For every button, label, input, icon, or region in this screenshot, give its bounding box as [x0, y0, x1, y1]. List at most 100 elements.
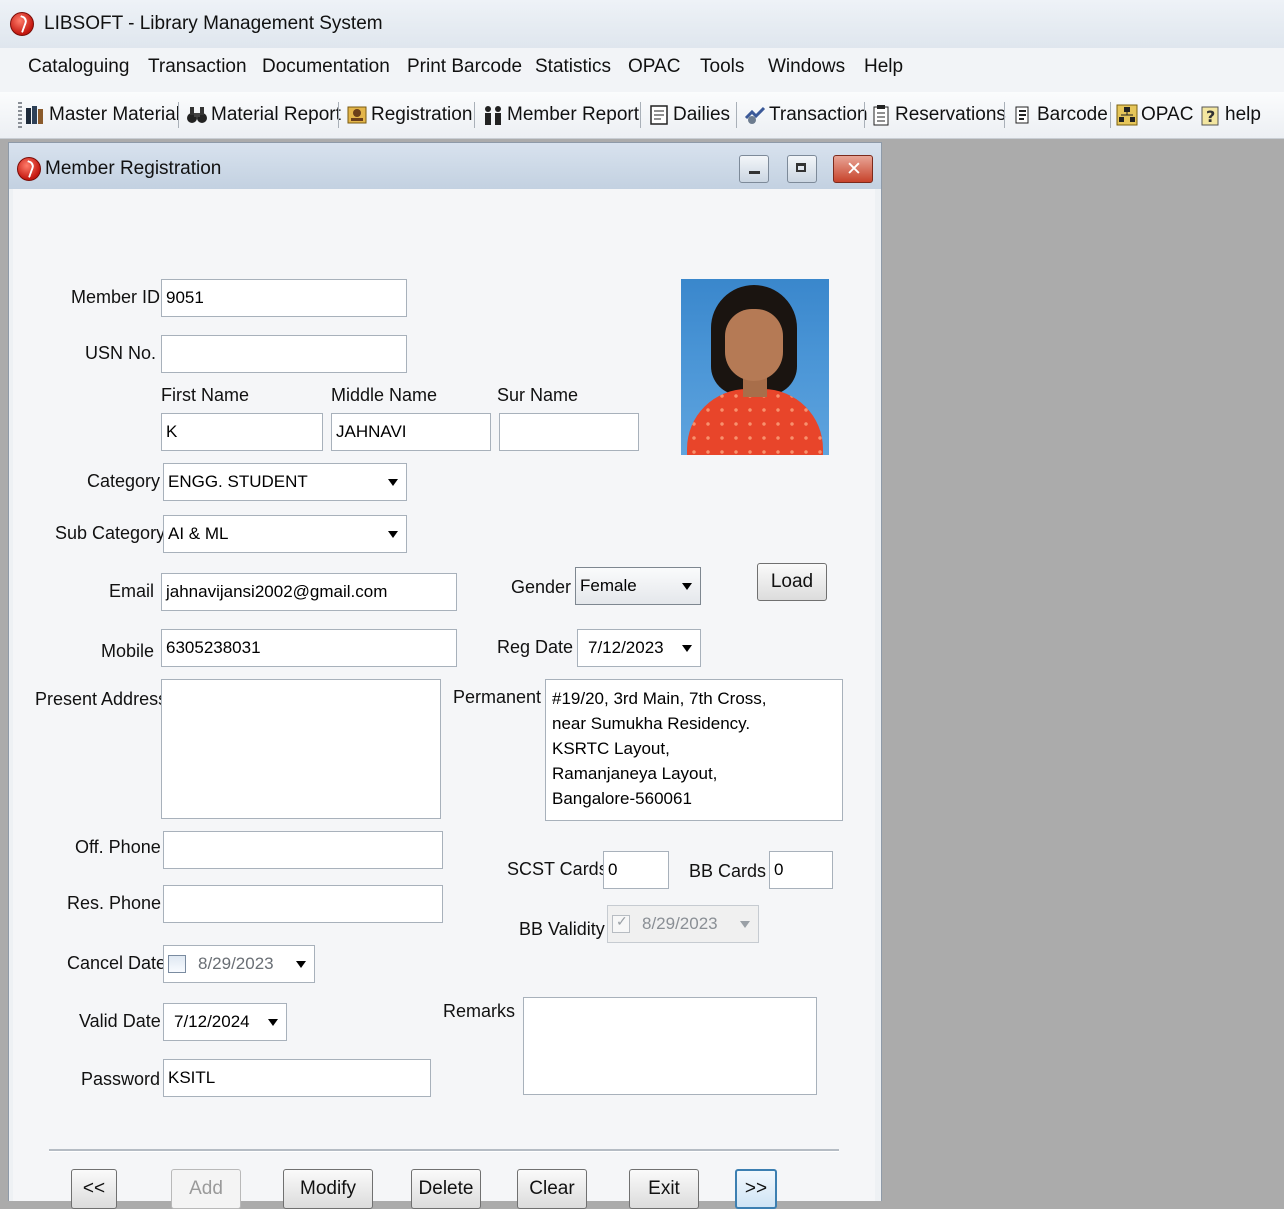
clear-button[interactable]: Clear	[517, 1169, 587, 1209]
chevron-down-icon	[682, 583, 692, 590]
transaction-icon	[744, 104, 766, 126]
menu-bar: Cataloguing Transaction Documentation Pr…	[0, 48, 1284, 92]
close-icon: ✕	[846, 158, 862, 180]
chevron-down-icon	[740, 921, 750, 928]
permanent-address-input[interactable]: #19/20, 3rd Main, 7th Cross, near Sumukh…	[545, 679, 843, 821]
menu-cataloguing[interactable]: Cataloguing	[26, 56, 131, 78]
member-id-input[interactable]: 9051	[161, 279, 407, 317]
category-select[interactable]: ENGG. STUDENT	[163, 463, 407, 501]
reservations-icon	[870, 104, 892, 126]
exit-button[interactable]: Exit	[629, 1169, 699, 1209]
menu-tools[interactable]: Tools	[698, 56, 746, 78]
reg-date-label: Reg Date	[497, 637, 574, 657]
restore-button[interactable]	[787, 155, 817, 183]
valid-date-value: 7/12/2024	[174, 1012, 250, 1031]
mobile-input[interactable]: 6305238031	[161, 629, 457, 667]
menu-windows[interactable]: Windows	[766, 56, 847, 78]
cancel-date-checkbox[interactable]	[168, 955, 186, 973]
minimize-icon	[749, 171, 760, 174]
toolbar-label: Registration	[371, 104, 473, 125]
menu-print-barcode[interactable]: Print Barcode	[405, 56, 524, 78]
toolbar-label: Reservations	[895, 104, 1006, 125]
chevron-down-icon	[682, 645, 692, 652]
member-registration-window: Member Registration ✕ Member ID 9051 USN…	[8, 142, 882, 1209]
bb-validity-checkbox[interactable]: ✓	[612, 913, 630, 933]
present-address-input[interactable]	[161, 679, 441, 819]
off-phone-input[interactable]	[163, 831, 443, 869]
toolbar-transaction[interactable]: Transaction	[744, 100, 868, 130]
scst-cards-input[interactable]: 0	[603, 851, 669, 889]
previous-record-button[interactable]: <<	[71, 1169, 117, 1209]
toolbar-grip[interactable]	[18, 102, 22, 128]
gender-select[interactable]: Female	[575, 567, 701, 605]
minimize-button[interactable]	[739, 155, 769, 183]
present-address-label: Present Address	[35, 689, 168, 709]
window-logo-icon	[17, 157, 41, 181]
toolbar-help[interactable]: ? help	[1200, 100, 1261, 130]
sub-category-select[interactable]: AI & ML	[163, 515, 407, 553]
window-titlebar[interactable]: Member Registration ✕	[9, 143, 881, 189]
bb-validity-label: BB Validity	[519, 919, 605, 939]
toolbar-label: help	[1225, 104, 1261, 125]
off-phone-label: Off. Phone	[75, 837, 161, 857]
member-photo	[681, 279, 829, 455]
toolbar-separator	[736, 102, 737, 128]
valid-date-label: Valid Date	[79, 1011, 161, 1031]
menu-transaction[interactable]: Transaction	[146, 56, 249, 78]
load-button[interactable]: Load	[757, 563, 827, 601]
cancel-date-picker[interactable]: 8/29/2023	[163, 945, 315, 983]
modify-button[interactable]: Modify	[283, 1169, 373, 1209]
svg-text:?: ?	[1206, 107, 1215, 126]
registration-icon	[346, 104, 368, 126]
toolbar-opac[interactable]: OPAC	[1116, 100, 1193, 130]
app-title: LIBSOFT - Library Management System	[44, 13, 383, 34]
valid-date-picker[interactable]: 7/12/2024	[163, 1003, 287, 1041]
menu-opac[interactable]: OPAC	[626, 56, 682, 78]
toolbar-label: Transaction	[769, 104, 868, 125]
window-title: Member Registration	[45, 158, 222, 179]
menu-help[interactable]: Help	[862, 56, 905, 78]
close-button[interactable]: ✕	[833, 155, 873, 183]
master-material-icon	[24, 104, 46, 126]
form-area: Member ID 9051 USN No. First Name Middle…	[13, 189, 875, 1209]
category-label: Category	[87, 471, 161, 491]
usn-input[interactable]	[161, 335, 407, 373]
remarks-label: Remarks	[443, 1001, 516, 1021]
menu-statistics[interactable]: Statistics	[533, 56, 613, 78]
member-id-label: Member ID	[71, 287, 161, 307]
bb-cards-input[interactable]: 0	[769, 851, 833, 889]
toolbar-label: Dailies	[673, 104, 731, 125]
restore-icon	[796, 163, 806, 172]
checkmark-icon: ✓	[616, 913, 628, 929]
toolbar-label: Master Material	[49, 104, 180, 125]
toolbar-separator	[474, 102, 475, 128]
first-name-input[interactable]: K	[161, 413, 323, 451]
toolbar-reservations[interactable]: Reservations	[870, 100, 1006, 130]
delete-button[interactable]: Delete	[411, 1169, 481, 1209]
middle-name-input[interactable]: JAHNAVI	[331, 413, 491, 451]
document-icon	[648, 104, 670, 126]
reg-date-value: 7/12/2023	[588, 638, 664, 657]
sur-name-input[interactable]	[499, 413, 639, 451]
password-input[interactable]: KSITL	[163, 1059, 431, 1097]
toolbar-registration[interactable]: Registration	[346, 100, 472, 130]
remarks-input[interactable]	[523, 997, 817, 1095]
add-button[interactable]: Add	[171, 1169, 241, 1209]
toolbar-member-report[interactable]: Member Report	[482, 100, 639, 130]
gender-value: Female	[580, 576, 637, 595]
email-label: Email	[109, 581, 155, 601]
email-input[interactable]: jahnavijansi2002@gmail.com	[161, 573, 457, 611]
reg-date-picker[interactable]: 7/12/2023	[577, 629, 701, 667]
next-record-button[interactable]: >>	[735, 1169, 777, 1209]
toolbar-material-report[interactable]: Material Report	[186, 100, 341, 130]
first-name-label: First Name	[161, 385, 250, 405]
toolbar-barcode[interactable]: Barcode	[1012, 100, 1108, 130]
toolbar-dailies[interactable]: Dailies	[648, 100, 730, 130]
bb-validity-picker[interactable]: ✓ 8/29/2023	[607, 905, 759, 943]
toolbar-master-material[interactable]: Master Material	[24, 100, 180, 130]
menu-documentation[interactable]: Documentation	[260, 56, 392, 78]
bb-cards-label: BB Cards	[689, 861, 767, 881]
app-titlebar: LIBSOFT - Library Management System	[0, 0, 1284, 49]
binoculars-icon	[186, 104, 208, 126]
res-phone-input[interactable]	[163, 885, 443, 923]
